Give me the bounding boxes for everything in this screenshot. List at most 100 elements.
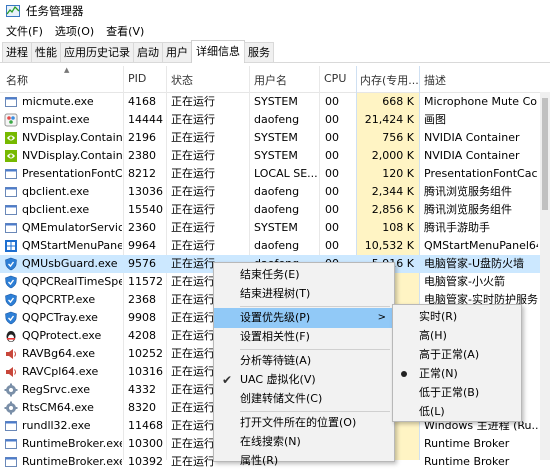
menu-set-priority[interactable]: 设置优先级(P) >: [214, 308, 394, 328]
tab-services[interactable]: 服务: [244, 42, 274, 62]
cell-name: RuntimeBroker.exe: [22, 455, 122, 468]
table-row[interactable]: qbclient.exe 13036 正在运行 daofeng 00 2,344 K 腾讯浏…: [0, 183, 550, 201]
header-pid[interactable]: PID: [128, 72, 146, 85]
tab-users[interactable]: 用户: [162, 42, 192, 62]
menu-open-file-location[interactable]: 打开文件所在的位置(O): [214, 413, 394, 433]
cell-memory: 756 K: [382, 131, 414, 144]
menu-set-affinity[interactable]: 设置相关性(F): [214, 327, 394, 347]
header-cpu[interactable]: CPU: [324, 72, 346, 85]
cell-name: RtsCM64.exe: [22, 401, 94, 414]
table-row[interactable]: mspaint.exe 14444 正在运行 daofeng 00 21,424 K 画图: [0, 111, 550, 129]
header-status[interactable]: 状态: [171, 72, 193, 88]
cell-name: RuntimeBroker.exe: [22, 437, 122, 450]
cell-name: RegSrvc.exe: [22, 383, 90, 396]
menu-separator: [240, 306, 390, 307]
menu-search-online[interactable]: 在线搜索(N): [214, 432, 394, 452]
window-icon: [4, 221, 18, 235]
cell-memory: 2,000 K: [371, 149, 414, 162]
cell-status: 正在运行: [171, 113, 215, 126]
cell-pid: 8212: [128, 167, 156, 180]
cell-memory: 668 K: [382, 95, 414, 108]
menu-file[interactable]: 文件(F): [6, 23, 43, 39]
table-row[interactable]: QMEmulatorServic... 2360 正在运行 SYSTEM 00 108 K…: [0, 219, 550, 237]
radio-dot-icon: [401, 371, 407, 377]
window-icon: [4, 419, 18, 433]
sort-up-icon: ▲: [64, 66, 70, 74]
tab-details[interactable]: 详细信息: [191, 40, 245, 63]
cell-name: PresentationFontC...: [22, 167, 122, 180]
window-title: 任务管理器: [26, 4, 84, 18]
cell-memory: 2,344 K: [371, 185, 414, 198]
table-row[interactable]: PresentationFontC... 8212 正在运行 LOCAL SE... 0…: [0, 165, 550, 183]
menu-uac-virtualization[interactable]: ✔ UAC 虚拟化(V): [214, 370, 394, 390]
cell-name: NVDisplay.Contain...: [22, 149, 122, 162]
tab-processes[interactable]: 进程: [2, 42, 32, 62]
cell-pid: 10316: [128, 365, 163, 378]
priority-below-normal[interactable]: 低于正常(B): [393, 383, 521, 403]
priority-realtime[interactable]: 实时(R): [393, 307, 521, 327]
cell-pid: 10252: [128, 347, 163, 360]
cell-name: QQPCRealTimeSpe...: [22, 275, 122, 288]
cell-status: 正在运行: [171, 203, 215, 216]
scrollbar-thumb[interactable]: [542, 98, 548, 210]
cell-description: 腾讯浏览服务组件: [424, 185, 512, 198]
cell-memory: 108 K: [382, 221, 414, 234]
table-row[interactable]: QMStartMenuPane... 9964 正在运行 daofeng 00 10,53…: [0, 237, 550, 255]
tab-startup[interactable]: 启动: [133, 42, 163, 62]
header-memory[interactable]: 内存(专用...: [360, 72, 419, 88]
cell-name: QQProtect.exe: [22, 329, 102, 342]
cell-pid: 2368: [128, 293, 156, 306]
cell-memory: 10,532 K: [364, 239, 414, 252]
cell-description: Runtime Broker: [424, 437, 510, 450]
cell-pid: 13036: [128, 185, 163, 198]
table-row[interactable]: NVDisplay.Contain... 2380 正在运行 SYSTEM 00 2,00…: [0, 147, 550, 165]
vertical-scrollbar[interactable]: [540, 92, 550, 460]
window-icon: [4, 437, 18, 451]
tab-app-history[interactable]: 应用历史记录: [60, 42, 134, 62]
priority-normal[interactable]: 正常(N): [393, 364, 521, 384]
table-row[interactable]: qbclient.exe 15540 正在运行 daofeng 00 2,856 K 腾讯浏…: [0, 201, 550, 219]
cell-cpu: 00: [325, 185, 339, 198]
qm-icon: [4, 239, 18, 253]
cell-cpu: 00: [325, 167, 339, 180]
priority-above-normal[interactable]: 高于正常(A): [393, 345, 521, 365]
cell-pid: 2196: [128, 131, 156, 144]
cell-description: PresentationFontCach...: [424, 167, 538, 180]
menu-end-process-tree[interactable]: 结束进程树(T): [214, 284, 394, 304]
cell-description: NVIDIA Container: [424, 131, 520, 144]
menu-end-task[interactable]: 结束任务(E): [214, 265, 394, 285]
cell-pid: 10300: [128, 437, 163, 450]
priority-low[interactable]: 低(L): [393, 402, 521, 422]
cell-user: SYSTEM: [254, 221, 298, 234]
speaker-icon: [4, 365, 18, 379]
header-name[interactable]: 名称: [6, 72, 28, 88]
cell-memory: 120 K: [382, 167, 414, 180]
cell-pid: 9964: [128, 239, 156, 252]
header-description[interactable]: 描述: [424, 72, 446, 88]
table-row[interactable]: NVDisplay.Contain... 2196 正在运行 SYSTEM 00 756 …: [0, 129, 550, 147]
cell-description: 电脑管家-小火箭: [424, 275, 505, 288]
cell-pid: 11572: [128, 275, 163, 288]
cell-name: QQPCRTP.exe: [22, 293, 96, 306]
cell-name: NVDisplay.Contain...: [22, 131, 122, 144]
table-row[interactable]: micmute.exe 4168 正在运行 SYSTEM 00 668 K Micropho…: [0, 93, 550, 111]
cell-pid: 9576: [128, 257, 156, 270]
cell-description: Microphone Mute Co: [424, 95, 537, 108]
menu-view[interactable]: 查看(V): [106, 23, 144, 39]
cell-user: daofeng: [254, 185, 300, 198]
menu-options[interactable]: 选项(O): [55, 23, 94, 39]
menu-analyze-wait-chain[interactable]: 分析等待链(A): [214, 351, 394, 371]
cell-pid: 2380: [128, 149, 156, 162]
tab-performance[interactable]: 性能: [31, 42, 61, 62]
title-bar: 任务管理器: [0, 0, 550, 22]
menu-create-dump[interactable]: 创建转储文件(C): [214, 389, 394, 409]
cell-name: RAVBg64.exe: [22, 347, 96, 360]
cell-user: SYSTEM: [254, 131, 298, 144]
header-user[interactable]: 用户名: [254, 72, 287, 88]
gear-icon: [4, 383, 18, 397]
shield-icon: [4, 293, 18, 307]
menu-properties[interactable]: 属性(R): [214, 451, 394, 471]
shield-icon: [4, 257, 18, 271]
menu-bar: 文件(F) 选项(O) 查看(V): [0, 22, 550, 40]
priority-high[interactable]: 高(H): [393, 326, 521, 346]
